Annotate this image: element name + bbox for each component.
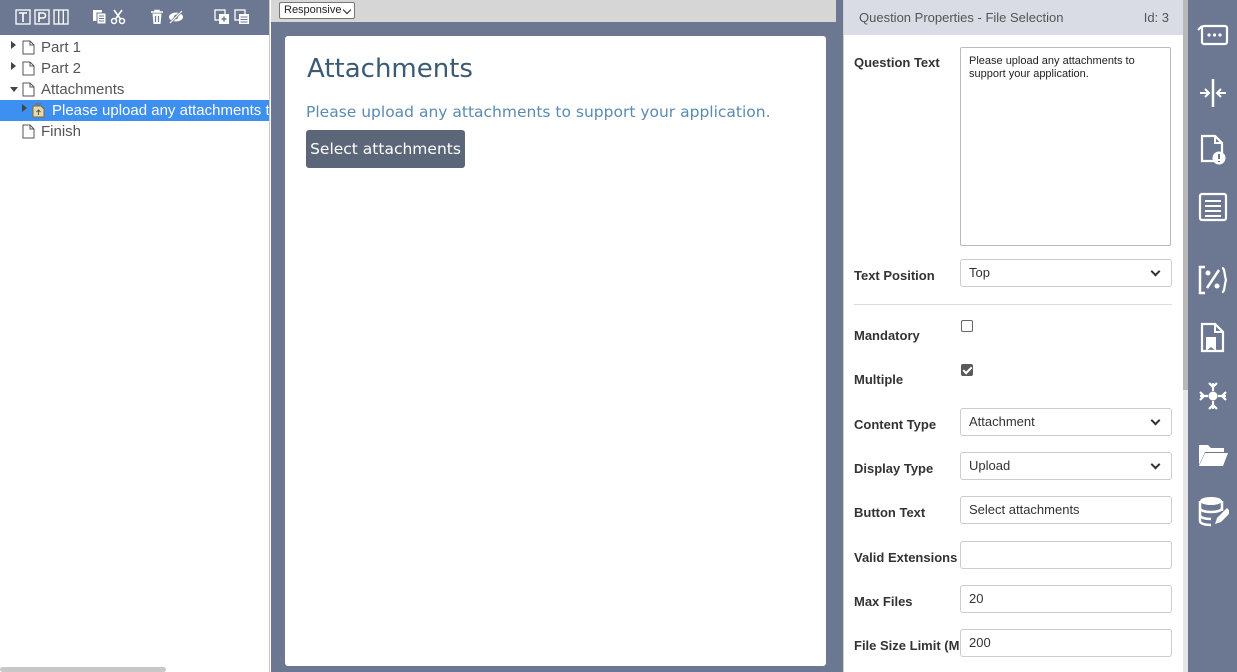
text-icon[interactable] (15, 9, 31, 25)
preview-page: Attachments Please upload any attachment… (285, 36, 826, 666)
file-upload-icon (32, 103, 45, 118)
chevron-down-icon (1150, 459, 1161, 470)
bookmark-icon[interactable] (1197, 322, 1229, 354)
view-mode-value: Responsive (284, 4, 342, 16)
question-id: Id: 3 (1143, 10, 1169, 25)
file-size-limit-input[interactable]: 200 (960, 629, 1172, 657)
display-type-select[interactable]: Upload (960, 452, 1172, 480)
properties-header: Question Properties - File Selection Id:… (844, 0, 1183, 35)
tree-item-finish[interactable]: Finish (0, 121, 269, 142)
preview-toolbar: Responsive (271, 0, 836, 22)
properties-panel: Question Properties - File Selection Id:… (843, 0, 1189, 672)
mandatory-checkbox[interactable] (961, 320, 973, 332)
tree-item-label: Finish (41, 123, 82, 140)
copy-icon[interactable] (92, 9, 108, 25)
add-page-icon[interactable] (214, 9, 230, 25)
view-mode-select[interactable]: Responsive (279, 2, 355, 19)
properties-title: Question Properties - File Selection (859, 10, 1064, 25)
text-position-label: Text Position (854, 268, 935, 283)
divider (854, 304, 1172, 305)
tree-item-part-1[interactable]: Part 1 (0, 37, 269, 58)
expand-icon[interactable] (11, 41, 16, 49)
collapse-icon[interactable] (10, 87, 18, 92)
content-type-value: Attachment (969, 414, 1035, 429)
comment-icon[interactable] (1197, 20, 1229, 52)
tree-item-label: Attachments (41, 81, 125, 98)
multiple-checkbox[interactable] (961, 364, 973, 376)
document-icon (22, 61, 35, 76)
horizontal-scrollbar[interactable] (0, 667, 166, 672)
tree-item-part-2[interactable]: Part 2 (0, 58, 269, 79)
chevron-down-icon (1150, 415, 1161, 426)
database-icon[interactable] (1197, 495, 1229, 527)
button-text-input[interactable]: Select attachments (960, 496, 1172, 524)
valid-extensions-input[interactable] (960, 541, 1172, 569)
select-attachments-button[interactable]: Select attachments (306, 130, 465, 168)
columns-icon[interactable] (53, 9, 69, 25)
document-icon (22, 82, 35, 97)
variable-icon[interactable] (1197, 264, 1229, 296)
expand-icon[interactable] (11, 62, 16, 70)
tree-panel: Part 1 Part 2 Attachments Please upload … (0, 0, 270, 672)
paragraph-icon[interactable] (34, 9, 50, 25)
tree-item-label: Please upload any attachments to (52, 102, 270, 119)
page-warning-icon[interactable] (1197, 134, 1229, 166)
file-size-limit-label: File Size Limit (MB) (854, 638, 974, 653)
question-text-label: Question Text (854, 55, 940, 70)
display-type-value: Upload (969, 458, 1011, 473)
tree-toolbar (0, 0, 269, 35)
preview-area: Responsive Attachments Please upload any… (271, 0, 843, 672)
button-text-label: Button Text (854, 505, 926, 520)
list-icon[interactable] (1197, 191, 1229, 223)
text-position-select[interactable]: Top (960, 259, 1172, 287)
mandatory-label: Mandatory (854, 328, 920, 343)
text-position-value: Top (969, 265, 990, 280)
document-icon (22, 124, 35, 139)
document-icon (22, 40, 35, 55)
delete-icon[interactable] (149, 9, 165, 25)
max-files-input[interactable]: 20 (960, 585, 1172, 613)
page-title: Attachments (307, 54, 473, 84)
content-type-label: Content Type (854, 417, 937, 432)
tree-item-attachments[interactable]: Attachments (0, 79, 269, 100)
tree-item-label: Part 1 (41, 39, 82, 56)
tree-item-upload-question[interactable]: Please upload any attachments to (0, 100, 270, 121)
folder-icon[interactable] (1197, 438, 1229, 470)
network-icon[interactable] (1197, 380, 1229, 412)
split-icon[interactable] (1197, 77, 1229, 109)
tool-sidebar (1188, 0, 1237, 672)
chevron-down-icon (342, 5, 352, 15)
chevron-down-icon (1150, 266, 1161, 277)
max-files-label: Max Files (854, 594, 913, 609)
add-section-icon[interactable] (234, 9, 250, 25)
content-type-select[interactable]: Attachment (960, 408, 1172, 436)
valid-extensions-label: Valid Extensions (854, 550, 958, 565)
question-text: Please upload any attachments to support… (306, 103, 771, 121)
expand-icon[interactable] (22, 104, 27, 112)
question-text-field[interactable]: Please upload any attachments to support… (960, 47, 1171, 246)
multiple-label: Multiple (854, 372, 904, 387)
hide-icon[interactable] (168, 9, 184, 25)
cut-icon[interactable] (110, 9, 126, 25)
display-type-label: Display Type (854, 461, 934, 476)
question-tree: Part 1 Part 2 Attachments Please upload … (0, 37, 270, 142)
tree-item-label: Part 2 (41, 60, 82, 77)
